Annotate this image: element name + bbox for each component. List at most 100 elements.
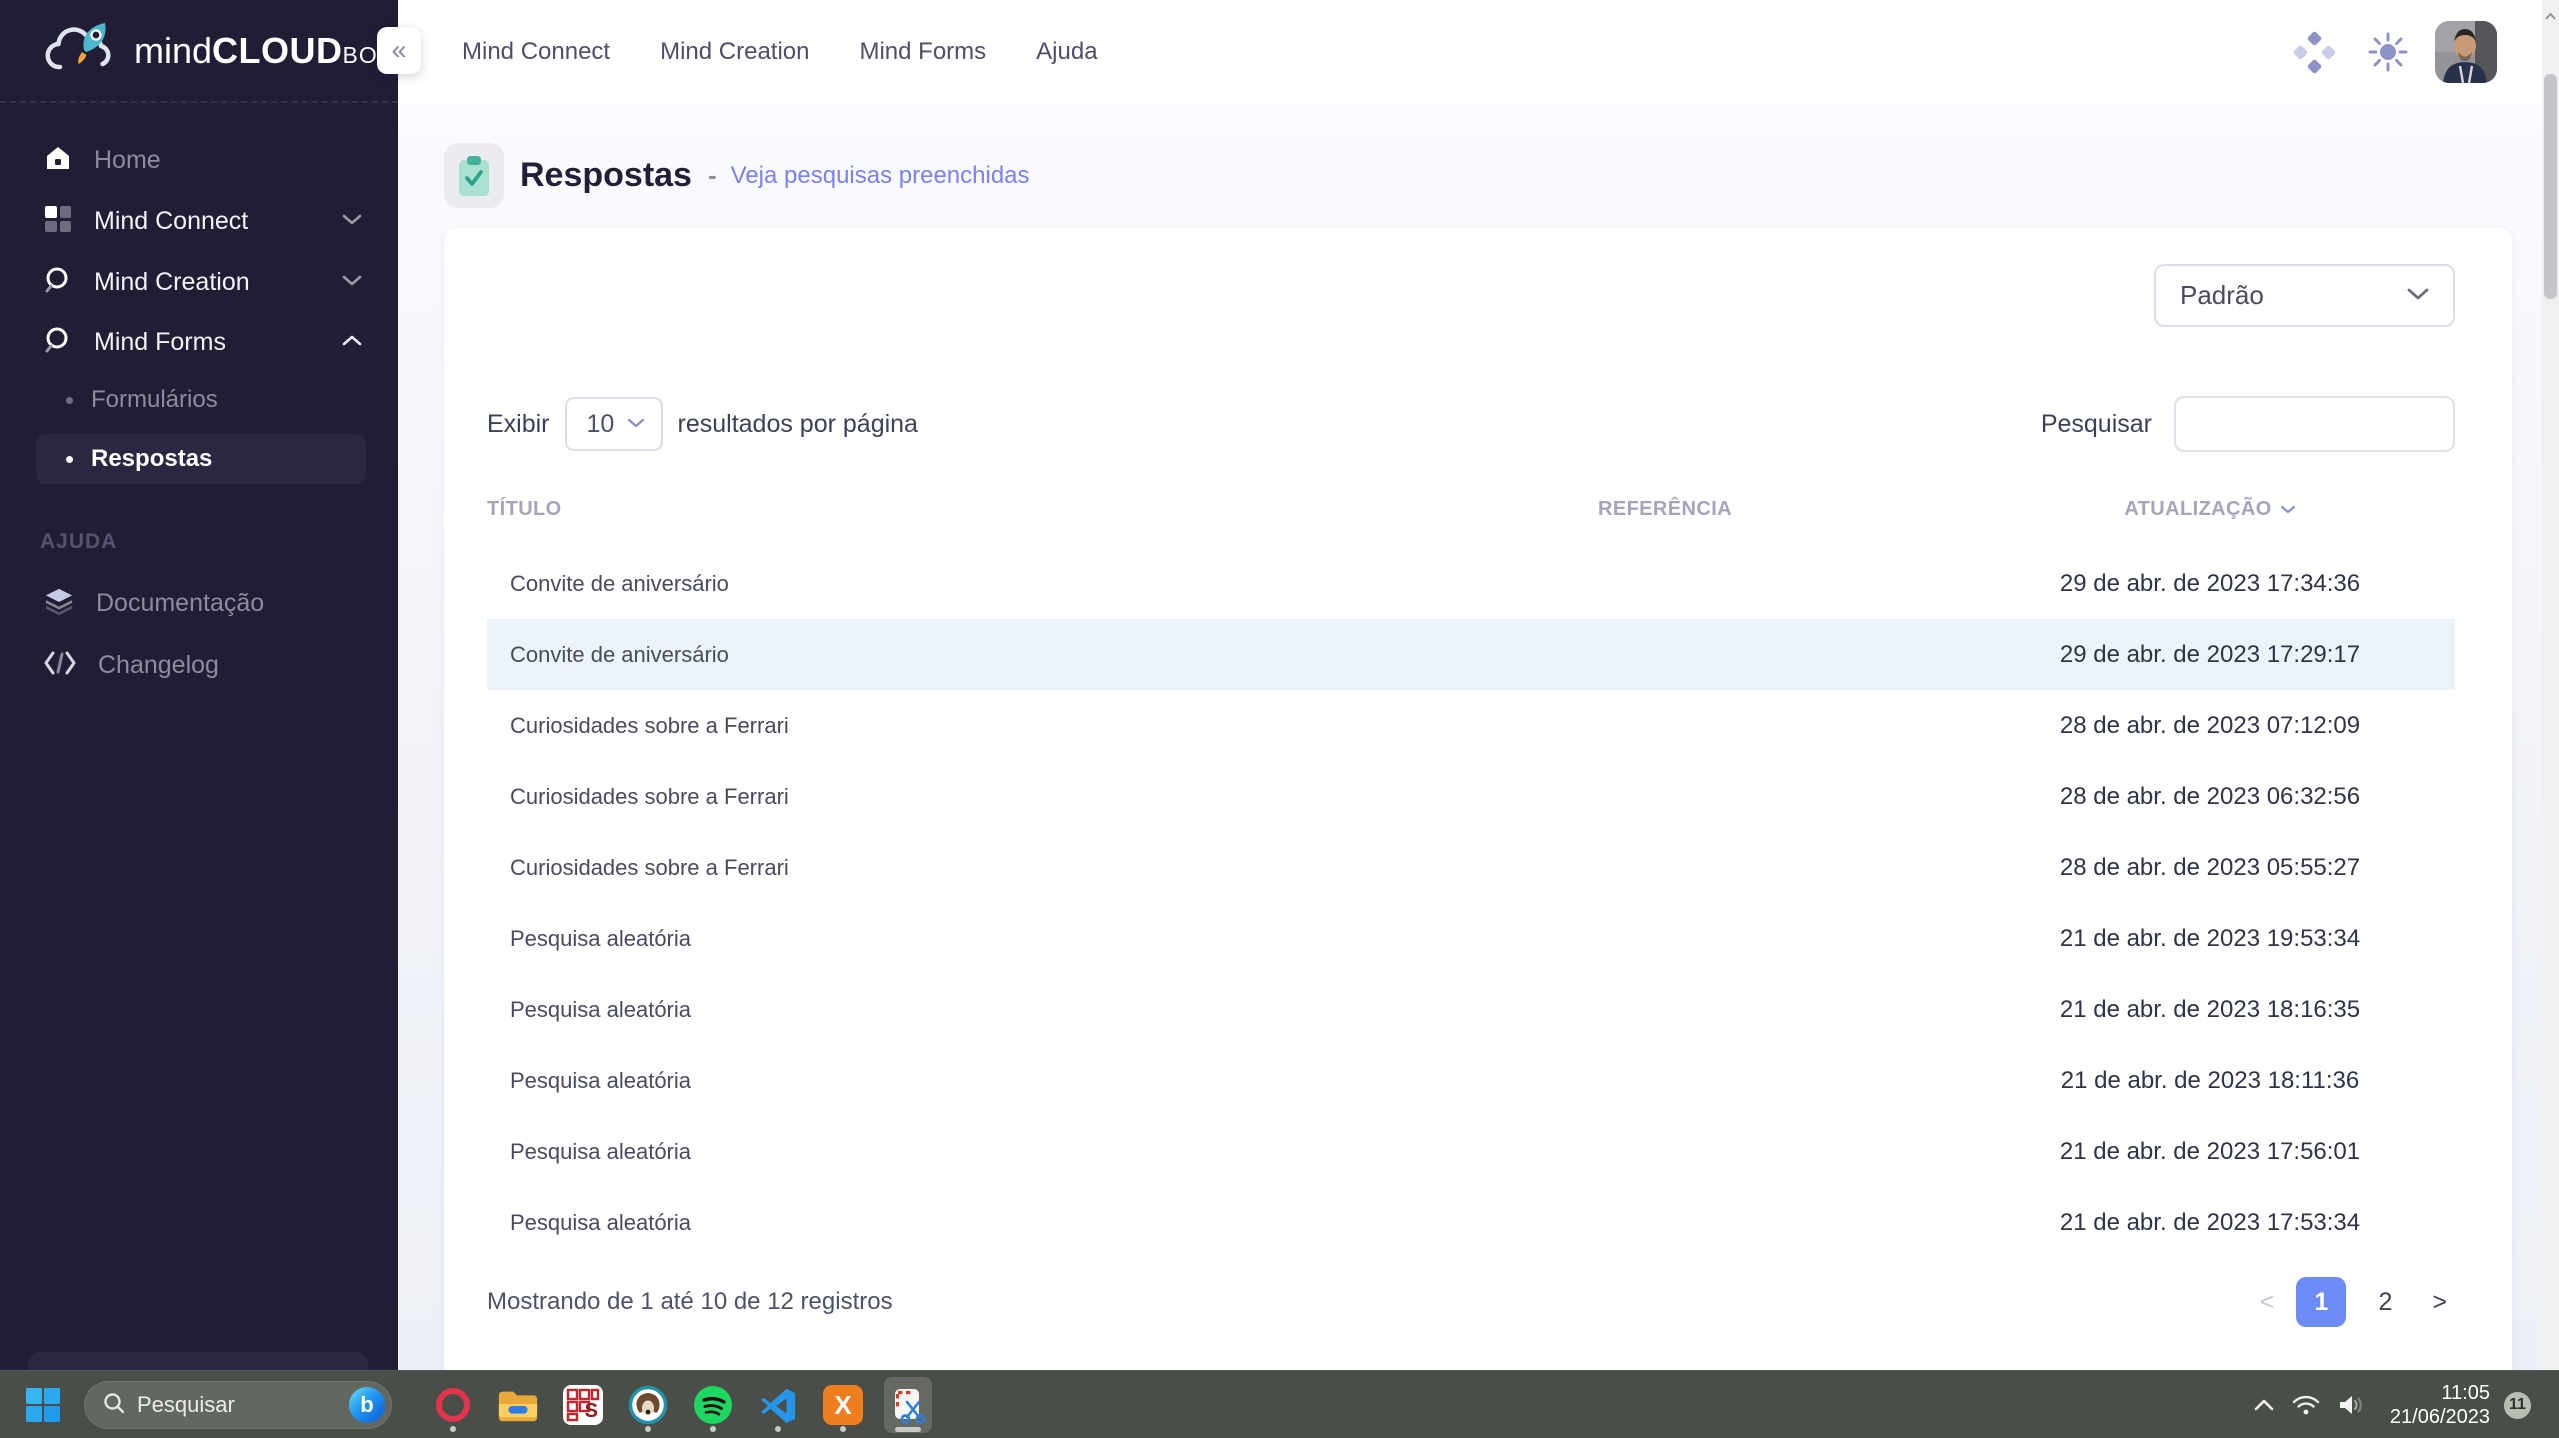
table-row[interactable]: Convite de aniversário 29 de abr. de 202…: [487, 619, 2455, 690]
bullet-icon: [66, 455, 73, 463]
nav-link-mind-forms[interactable]: Mind Forms: [859, 38, 986, 66]
nav-link-mind-connect[interactable]: Mind Connect: [462, 38, 610, 66]
cell-updated: 21 de abr. de 2023 17:53:34: [2059, 1208, 2361, 1236]
cell-reference: [1415, 548, 1915, 619]
file-explorer-icon[interactable]: [494, 1377, 542, 1433]
cell-title: Curiosidades sobre a Ferrari: [510, 854, 789, 880]
cell-updated: 21 de abr. de 2023 18:11:36: [2060, 1066, 2360, 1094]
sidebar-item-mind-creation[interactable]: Mind Creation: [0, 257, 398, 307]
cell-updated: 28 de abr. de 2023 05:55:27: [2059, 853, 2361, 881]
notification-count-badge[interactable]: 11: [2504, 1391, 2531, 1419]
cloud-rocket-logo-icon: [44, 20, 120, 81]
brand-wordmark: mindCLOUDBOX: [134, 30, 394, 72]
pagination-page-1[interactable]: 1: [2296, 1277, 2347, 1327]
cell-updated: 21 de abr. de 2023 17:56:01: [2059, 1137, 2361, 1165]
table-row[interactable]: Pesquisa aleatória 21 de abr. de 2023 19…: [487, 903, 2455, 974]
column-header-atualizacao[interactable]: ATUALIZAÇÃO: [1960, 498, 2460, 521]
vertical-scrollbar[interactable]: [2542, 0, 2559, 1370]
taskbar-apps: [429, 1377, 932, 1433]
pagination-prev-button[interactable]: <: [2252, 1288, 2283, 1317]
table-row[interactable]: Pesquisa aleatória 21 de abr. de 2023 18…: [487, 974, 2455, 1045]
wifi-icon[interactable]: [2292, 1394, 2320, 1416]
sidebar-item-mind-connect[interactable]: Mind Connect: [0, 196, 398, 246]
records-summary: Mostrando de 1 até 10 de 12 registros: [487, 1288, 893, 1315]
sidebar-item-label: Documentação: [96, 588, 265, 617]
sidebar-subitem-label: Formulários: [91, 386, 218, 413]
snipping-tool-icon[interactable]: [884, 1377, 932, 1433]
table-row[interactable]: Pesquisa aleatória 21 de abr. de 2023 18…: [487, 1045, 2455, 1116]
pagination-next-button[interactable]: >: [2424, 1288, 2455, 1317]
page-size-select[interactable]: 10: [564, 397, 663, 451]
table-row[interactable]: Curiosidades sobre a Ferrari 28 de abr. …: [487, 761, 2455, 832]
scrollbar-up-arrow[interactable]: [2542, 6, 2559, 26]
layers-icon: [44, 586, 74, 621]
opera-icon[interactable]: [429, 1377, 477, 1433]
sidebar-item-formularios[interactable]: Formulários: [0, 375, 398, 425]
sidebar-item-label: Mind Creation: [94, 267, 250, 296]
windows-start-icon[interactable]: [26, 1388, 60, 1427]
cell-updated: 29 de abr. de 2023 17:29:17: [2059, 640, 2361, 668]
bullet-icon: [66, 396, 73, 404]
table-row[interactable]: Pesquisa aleatória 21 de abr. de 2023 17…: [487, 1187, 2455, 1258]
sidebar-item-respostas[interactable]: Respostas: [36, 434, 366, 484]
table-row[interactable]: Curiosidades sobre a Ferrari 28 de abr. …: [487, 832, 2455, 903]
cell-reference: [1415, 619, 1915, 690]
scrollbar-thumb[interactable]: [2544, 74, 2557, 299]
hidden-icons-chevron[interactable]: [2254, 1399, 2274, 1411]
home-icon: [44, 145, 72, 176]
table-row[interactable]: Pesquisa aleatória 21 de abr. de 2023 17…: [487, 1116, 2455, 1187]
taskbar-clock[interactable]: 11:05 21/06/2023: [2390, 1381, 2490, 1429]
column-header-titulo[interactable]: TÍTULO: [487, 498, 562, 521]
sidebar-item-label: Mind Connect: [94, 206, 249, 235]
column-header-label: ATUALIZAÇÃO: [2124, 498, 2272, 520]
magnifier-icon: [44, 266, 72, 299]
nav-link-ajuda[interactable]: Ajuda: [1036, 38, 1097, 66]
nav-link-mind-creation[interactable]: Mind Creation: [660, 38, 809, 66]
sidebar: mindCLOUDBOX Home Mind Connect Mind Crea…: [0, 0, 398, 1396]
table-row[interactable]: Curiosidades sobre a Ferrari 28 de abr. …: [487, 690, 2455, 761]
sidebar-item-home[interactable]: Home: [0, 135, 398, 185]
cell-reference: [1415, 1116, 1915, 1187]
chevron-down-icon: [342, 212, 362, 230]
pagination-page-2[interactable]: 2: [2360, 1277, 2410, 1327]
search-icon: [103, 1392, 125, 1419]
cell-reference: [1415, 1045, 1915, 1116]
cell-title: Pesquisa aleatória: [510, 1138, 692, 1164]
show-label: Exibir: [487, 409, 550, 438]
sql-tool-icon[interactable]: [559, 1377, 607, 1433]
cell-title: Curiosidades sobre a Ferrari: [510, 712, 789, 738]
table-row[interactable]: Convite de aniversário 29 de abr. de 202…: [487, 548, 2455, 619]
user-avatar[interactable]: [2435, 21, 2497, 83]
column-header-referencia[interactable]: REFERÊNCIA: [1415, 498, 1915, 521]
dbeaver-icon[interactable]: [624, 1377, 672, 1433]
per-page-label: resultados por página: [677, 409, 918, 438]
brand-logo[interactable]: mindCLOUDBOX: [0, 0, 398, 103]
cell-updated: 28 de abr. de 2023 07:12:09: [2059, 711, 2361, 739]
taskbar-tray: 11:05 21/06/2023 11: [2254, 1371, 2531, 1438]
sidebar-item-changelog[interactable]: Changelog: [0, 640, 398, 690]
sidebar-collapse-button[interactable]: [377, 27, 421, 74]
taskbar: Pesquisar b S X 11:05 21/06/2023 11: [0, 1370, 2559, 1438]
sidebar-item-documentacao[interactable]: Documentação: [0, 578, 398, 628]
volume-icon[interactable]: [2338, 1393, 2366, 1417]
taskbar-search[interactable]: Pesquisar: [84, 1381, 392, 1429]
responses-card: Padrão Exibir 10 resultados por página P…: [444, 228, 2512, 1370]
apps-grid-icon[interactable]: [2290, 0, 2338, 103]
preset-select[interactable]: Padrão: [2154, 264, 2455, 327]
table-search: Pesquisar: [2041, 396, 2455, 452]
cell-updated: 21 de abr. de 2023 18:16:35: [2059, 995, 2361, 1023]
search-input[interactable]: [2174, 396, 2455, 452]
cell-title: Pesquisa aleatória: [510, 996, 692, 1022]
page-size-value: 10: [586, 409, 615, 438]
vscode-icon[interactable]: [754, 1377, 802, 1433]
page-subtitle-link[interactable]: Veja pesquisas preenchidas: [731, 162, 1030, 190]
cell-updated: 28 de abr. de 2023 06:32:56: [2059, 782, 2361, 810]
cell-updated: 21 de abr. de 2023 19:53:34: [2059, 924, 2361, 952]
xampp-icon[interactable]: [819, 1377, 867, 1433]
spotify-icon[interactable]: [689, 1377, 737, 1433]
theme-sun-icon[interactable]: [2366, 0, 2410, 103]
sort-chevron-icon: [2280, 505, 2295, 514]
sidebar-item-mind-forms[interactable]: Mind Forms: [0, 317, 398, 367]
cell-reference: [1415, 974, 1915, 1045]
chevron-down-icon: [342, 273, 362, 291]
